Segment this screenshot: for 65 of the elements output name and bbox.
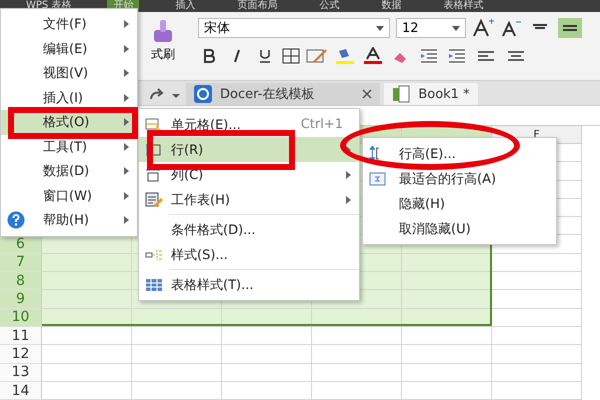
submenu-arrow-icon	[124, 94, 129, 102]
menu-item[interactable]: 隐藏(H)	[363, 191, 556, 216]
menu-item[interactable]: 工具(T)	[1, 134, 137, 159]
menu-item[interactable]: 工作表(H)	[139, 187, 359, 212]
ribbon-tab[interactable]: 插入	[169, 0, 202, 12]
submenu-arrow-icon	[124, 192, 129, 200]
shrink-font-icon[interactable]	[500, 18, 522, 38]
autofit-icon	[369, 170, 387, 186]
ribbon-tab[interactable]: 页面布局	[231, 0, 284, 12]
row-header[interactable]: 13	[0, 364, 42, 382]
menu-item[interactable]: 插入(I)	[1, 86, 137, 110]
document-tab[interactable]: Book1 *	[384, 83, 478, 105]
submenu-arrow-icon	[124, 69, 129, 78]
table-style-icon	[145, 278, 163, 292]
menu-item[interactable]: 窗口(W)	[1, 184, 137, 208]
row-header[interactable]: 11	[0, 326, 42, 346]
menu-item[interactable]: 编辑(E)	[1, 36, 137, 61]
row-header[interactable]: 9	[0, 290, 42, 309]
table-edit-icon[interactable]	[306, 48, 328, 64]
row-header[interactable]: 14	[0, 382, 42, 400]
increase-indent-icon[interactable]	[446, 47, 468, 65]
ribbon-tab[interactable]: 公式	[313, 0, 346, 12]
row-header[interactable]: 12	[0, 345, 42, 364]
row-height-icon	[369, 146, 380, 161]
format-painter-label[interactable]: 式刷	[151, 46, 175, 63]
menu-item[interactable]: 取消隐藏(U)	[363, 216, 556, 241]
ribbon-tab[interactable]: 数据	[375, 0, 408, 12]
menu-item[interactable]: 最适合的行高(A)	[363, 166, 556, 191]
dropdown-icon[interactable]	[376, 26, 384, 30]
menu-item[interactable]: 文件(F)	[1, 12, 137, 36]
grow-font-icon[interactable]	[472, 18, 494, 38]
submenu-arrow-icon	[124, 44, 129, 53]
font-field[interactable]: 宋体	[198, 18, 390, 38]
close-icon[interactable]	[362, 89, 372, 99]
font-size-field[interactable]: 12	[396, 18, 466, 38]
menu-item[interactable]: 条件格式(D)...	[139, 217, 359, 242]
menu-item[interactable]: 表格样式(T)...	[139, 272, 359, 297]
submenu-arrow-icon	[124, 20, 129, 28]
align-middle-icon[interactable]	[558, 18, 582, 38]
submenu-arrow-icon	[124, 142, 129, 151]
row-header[interactable]: 10	[0, 308, 42, 327]
style-icon	[145, 248, 163, 262]
docer-logo-icon	[194, 85, 212, 103]
menu-item[interactable]: 数据(D)	[1, 159, 137, 184]
submenu-arrow-icon	[124, 167, 129, 176]
submenu-arrow-icon	[124, 216, 129, 224]
row-header[interactable]: 8	[0, 272, 42, 290]
worksheet-pencil-icon	[145, 192, 163, 208]
row-icon	[145, 142, 161, 156]
menu-item[interactable]: 样式(S)...	[139, 242, 359, 267]
menu-item[interactable]: 帮助(H)	[1, 208, 137, 232]
spreadsheet-file-icon	[392, 85, 410, 103]
row-header[interactable]: 7	[0, 254, 42, 272]
decrease-indent-icon[interactable]	[418, 47, 440, 65]
document-tab[interactable]: Docer-在线模板	[186, 83, 380, 105]
fill-color-icon[interactable]	[334, 47, 356, 65]
font-color-icon[interactable]	[362, 47, 384, 65]
borders-icon[interactable]	[282, 48, 300, 64]
submenu-arrow-icon	[124, 118, 129, 126]
dropdown-icon[interactable]	[452, 26, 460, 30]
cell-format-icon	[145, 116, 163, 132]
help-icon	[7, 211, 25, 230]
ribbon-tab[interactable]: 表格样式	[437, 0, 490, 12]
column-icon	[145, 168, 161, 182]
menu-item[interactable]: 视图(V)	[1, 61, 137, 86]
